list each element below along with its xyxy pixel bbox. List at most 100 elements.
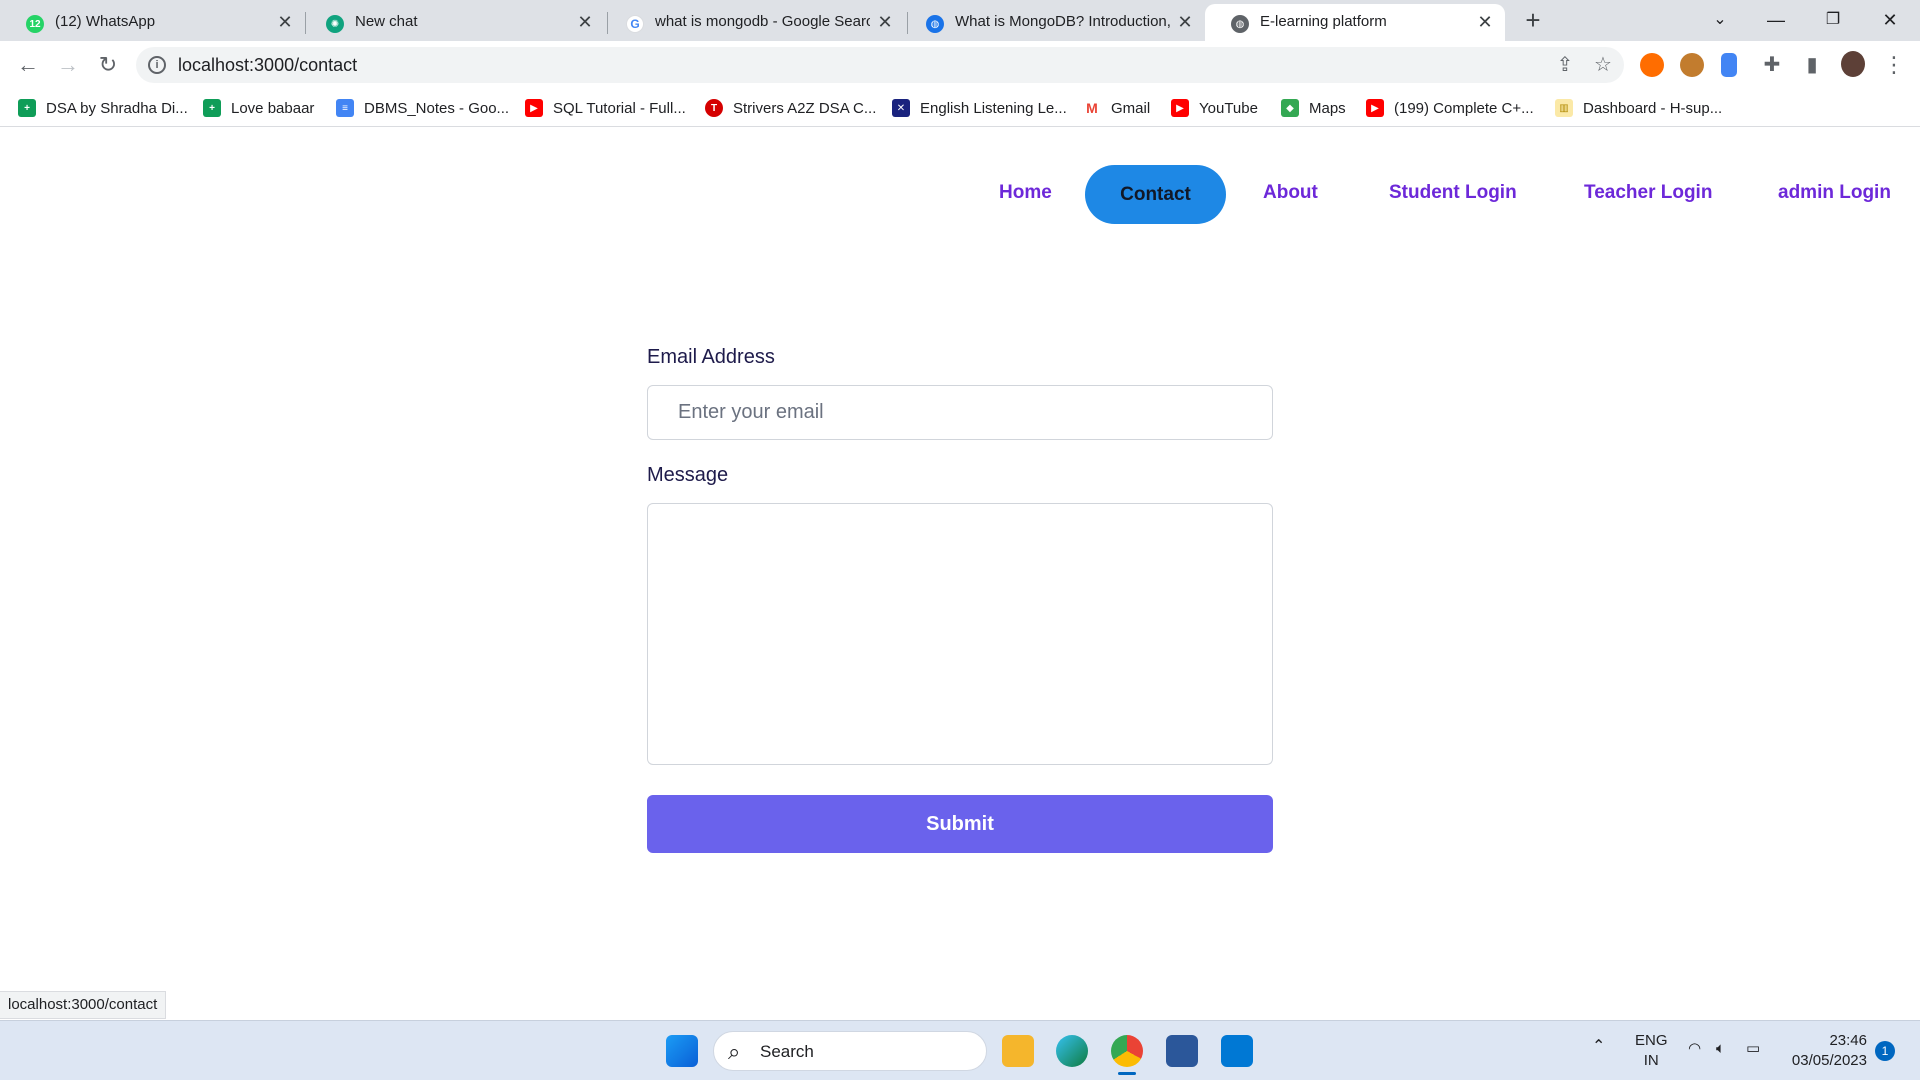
tab-new-chat[interactable]: ✺ New chat ✕: [300, 4, 605, 41]
extension-icon[interactable]: [1640, 53, 1664, 77]
bookmark-label: English Listening Le...: [920, 99, 1067, 117]
url-text[interactable]: localhost:3000/contact: [178, 55, 357, 76]
cookie-extension-icon[interactable]: [1680, 53, 1704, 77]
window-close-button[interactable]: ✕: [1870, 4, 1910, 36]
clock[interactable]: 23:46 03/05/2023: [1785, 1031, 1867, 1071]
bookmark-label: Maps: [1309, 99, 1346, 117]
notification-badge[interactable]: 1: [1875, 1041, 1895, 1061]
gmail-icon: M: [1083, 99, 1101, 117]
bookmark-item[interactable]: + Love babaar: [203, 96, 314, 120]
word-icon[interactable]: [1166, 1035, 1198, 1067]
puzzle-extensions-icon[interactable]: ✚: [1756, 49, 1788, 81]
side-panel-icon[interactable]: ▮: [1796, 49, 1828, 81]
tab-mongodb-intro[interactable]: ◍ What is MongoDB? Introduction, ✕: [900, 4, 1205, 41]
tab-title: what is mongodb - Google Searc: [655, 13, 870, 30]
bookmark-label: Dashboard - H-sup...: [1583, 99, 1723, 117]
nav-about[interactable]: About: [1263, 182, 1318, 204]
battery-icon[interactable]: ▭: [1746, 1039, 1760, 1059]
whatsapp-icon: 12: [26, 15, 44, 33]
active-app-indicator: [1118, 1072, 1136, 1075]
tab-extension-icon[interactable]: [1721, 53, 1737, 77]
bookmark-item[interactable]: ▶ (199) Complete C+...: [1366, 96, 1534, 120]
menu-kebab-icon[interactable]: ⋮: [1878, 49, 1910, 81]
windows-start-icon[interactable]: [666, 1035, 698, 1067]
submit-button[interactable]: Submit: [647, 795, 1273, 853]
address-bar[interactable]: i localhost:3000/contact ⇪ ☆: [136, 47, 1624, 83]
chatgpt-icon: ✺: [326, 15, 344, 33]
nav-admin-login[interactable]: admin Login: [1778, 182, 1891, 204]
browser-toolbar: ← → ↻ i localhost:3000/contact ⇪ ☆ ✚ ▮ ⋮: [0, 41, 1920, 89]
bookmark-label: DBMS_Notes - Goo...: [364, 99, 510, 117]
tab-search-chevron-icon[interactable]: ⌄: [1700, 4, 1740, 36]
language-secondary: IN: [1643, 1052, 1659, 1069]
bookmark-item[interactable]: T Strivers A2Z DSA C...: [705, 96, 876, 120]
bookmark-label: YouTube: [1199, 99, 1258, 117]
share-icon[interactable]: ⇪: [1554, 54, 1576, 76]
chrome-icon[interactable]: [1111, 1035, 1143, 1067]
close-icon[interactable]: ✕: [575, 12, 595, 32]
youtube-icon: ▶: [1366, 99, 1384, 117]
maps-icon: ◆: [1281, 99, 1299, 117]
bookmark-item[interactable]: ▶ YouTube: [1171, 96, 1258, 120]
nav-student-login[interactable]: Student Login: [1389, 182, 1517, 204]
status-url-bubble: localhost:3000/contact: [0, 991, 167, 1019]
bookmark-item[interactable]: M Gmail: [1083, 96, 1150, 120]
tab-title: What is MongoDB? Introduction,: [955, 13, 1170, 30]
wifi-icon[interactable]: ◠: [1688, 1039, 1701, 1059]
clock-time: 23:46: [1829, 1032, 1867, 1049]
tuf-icon: T: [705, 99, 723, 117]
browser-tab-strip: 12 (12) WhatsApp ✕ ✺ New chat ✕ G what i…: [0, 0, 1920, 41]
bookmark-item[interactable]: ≡ DBMS_Notes - Goo...: [336, 96, 509, 120]
close-icon[interactable]: ✕: [275, 12, 295, 32]
globe-icon: ◍: [1231, 15, 1249, 33]
tab-whatsapp[interactable]: 12 (12) WhatsApp ✕: [0, 4, 305, 41]
tab-title: (12) WhatsApp: [55, 13, 156, 30]
close-icon[interactable]: ✕: [1475, 12, 1495, 32]
back-arrow-icon[interactable]: ←: [12, 49, 44, 81]
taskbar-search[interactable]: ⌕ Search: [713, 1031, 987, 1071]
docs-icon: ≡: [336, 99, 354, 117]
close-icon[interactable]: ✕: [1175, 12, 1195, 32]
email-field[interactable]: [647, 385, 1273, 440]
email-label: Email Address: [647, 346, 775, 368]
close-icon[interactable]: ✕: [875, 12, 895, 32]
vscode-icon[interactable]: [1221, 1035, 1253, 1067]
edge-icon[interactable]: [1056, 1035, 1088, 1067]
profile-avatar[interactable]: [1841, 51, 1865, 77]
bookmark-label: Love babaar: [231, 99, 315, 117]
bookmark-item[interactable]: + DSA by Shradha Di...: [18, 96, 188, 120]
tab-e-learning[interactable]: ◍ E-learning platform ✕: [1205, 4, 1505, 41]
taskbar-search-label: Search: [760, 1042, 814, 1061]
nav-teacher-login[interactable]: Teacher Login: [1584, 182, 1712, 204]
language-primary: ENG: [1635, 1032, 1668, 1049]
minimize-button[interactable]: —: [1756, 4, 1796, 36]
youtube-icon: ▶: [525, 99, 543, 117]
language-indicator[interactable]: ENG IN: [1635, 1031, 1668, 1071]
bookmark-label: Strivers A2Z DSA C...: [733, 99, 877, 117]
bookmark-item[interactable]: ▥ Dashboard - H-sup...: [1555, 96, 1722, 120]
message-textarea[interactable]: [647, 503, 1273, 765]
bookmark-label: Gmail: [1111, 99, 1151, 117]
site-info-icon[interactable]: i: [148, 56, 166, 74]
chevron-up-icon[interactable]: ⌃: [1592, 1037, 1605, 1057]
bookmark-item[interactable]: ◆ Maps: [1281, 96, 1346, 120]
file-explorer-icon[interactable]: [1002, 1035, 1034, 1067]
new-tab-button[interactable]: +: [1520, 7, 1546, 34]
bookmark-star-icon[interactable]: ☆: [1592, 54, 1614, 76]
nav-contact[interactable]: Contact: [1085, 165, 1226, 224]
nav-home[interactable]: Home: [999, 182, 1052, 204]
forward-arrow-icon[interactable]: →: [52, 49, 84, 81]
reload-icon[interactable]: ↻: [92, 49, 124, 81]
restore-button[interactable]: ❐: [1813, 4, 1853, 36]
bookmark-item[interactable]: ▶ SQL Tutorial - Full...: [525, 96, 686, 120]
dashboard-icon: ▥: [1555, 99, 1573, 117]
globe-icon: ◍: [926, 15, 944, 33]
clock-date: 03/05/2023: [1791, 1052, 1867, 1069]
bookmark-label: (199) Complete C+...: [1394, 99, 1534, 117]
tab-google-search[interactable]: G what is mongodb - Google Searc ✕: [600, 4, 905, 41]
message-label: Message: [647, 464, 729, 486]
sheets-icon: +: [203, 99, 221, 117]
volume-icon[interactable]: 🔈︎: [1716, 1039, 1725, 1059]
bookmark-item[interactable]: ✕ English Listening Le...: [892, 96, 1067, 120]
taskbar: ⌕ Search ⌃ ENG IN ◠ 🔈︎ ▭ 23:46 03/05/202…: [0, 1020, 1920, 1080]
